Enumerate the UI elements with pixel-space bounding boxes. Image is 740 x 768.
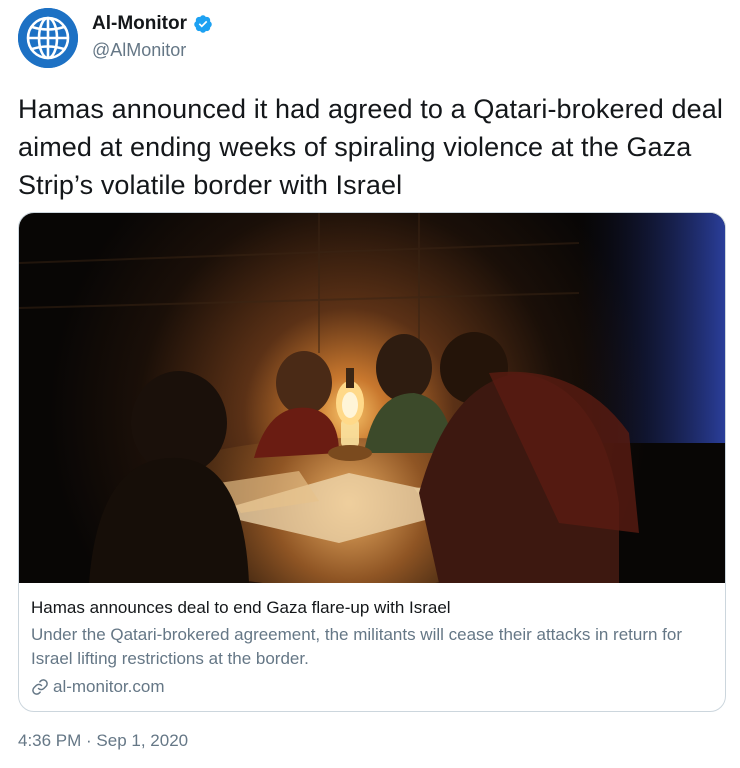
card-domain[interactable]: al-monitor.com [53, 675, 164, 699]
card-description: Under the Qatari-brokered agreement, the… [31, 625, 683, 668]
card-image[interactable] [19, 213, 725, 583]
tweet-text: Hamas announced it had agreed to a Qatar… [18, 94, 723, 200]
card-body: Hamas announces deal to end Gaza flare-u… [19, 583, 725, 699]
display-name[interactable]: Al-Monitor [92, 13, 187, 35]
author-handle[interactable]: @AlMonitor [92, 40, 186, 61]
card-domain-row[interactable]: al-monitor.com [31, 675, 713, 699]
link-card[interactable]: Hamas announces deal to end Gaza flare-u… [18, 212, 726, 712]
card-title[interactable]: Hamas announces deal to end Gaza flare-u… [31, 597, 713, 619]
verified-badge-icon [194, 15, 212, 33]
avatar[interactable] [18, 8, 78, 68]
globe-icon [18, 8, 78, 68]
author-name-row[interactable]: Al-Monitor [92, 13, 213, 35]
tweet: Al-Monitor @AlMonitor Hamas announced it… [0, 0, 740, 768]
link-icon [32, 679, 48, 695]
tweet-timestamp[interactable]: 4:36 PM · Sep 1, 2020 [18, 731, 188, 751]
